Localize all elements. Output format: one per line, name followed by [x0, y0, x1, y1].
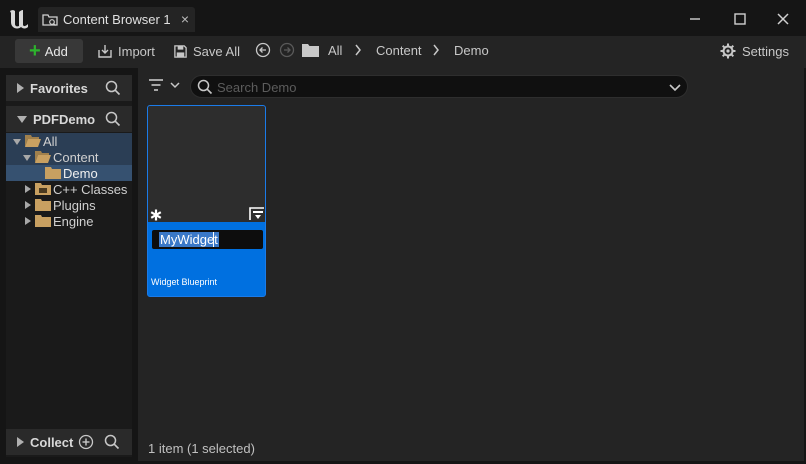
expand-right-icon [25, 217, 31, 225]
save-all-label: Save All [193, 43, 240, 59]
breadcrumb-content[interactable]: Content [376, 43, 422, 58]
tab-label: Content Browser 1 [63, 12, 171, 27]
save-icon [174, 44, 187, 58]
asset-type-label: Widget Blueprint [151, 277, 218, 287]
search-input[interactable] [217, 79, 657, 95]
tree-item-content[interactable]: Content [6, 149, 132, 165]
expand-right-icon [17, 83, 24, 93]
search-icon[interactable] [104, 434, 120, 450]
title-bar: Content Browser 1 × [0, 0, 806, 38]
asset-name-field[interactable]: MyWidget [152, 230, 263, 249]
save-all-button[interactable]: Save All [173, 40, 240, 62]
filter-button[interactable] [148, 78, 180, 92]
favorites-label: Favorites [30, 80, 88, 96]
chevron-down-icon [170, 81, 180, 88]
widget-blueprint-icon [249, 207, 264, 220]
tree-label-cpp-classes: C++ Classes [53, 181, 128, 197]
collections-header[interactable]: Collect [6, 429, 132, 455]
import-label: Import [118, 43, 155, 59]
chevron-down-icon[interactable] [669, 84, 681, 92]
settings-button[interactable]: Settings [720, 40, 789, 62]
search-bar [190, 75, 688, 98]
tree-label-content: Content [53, 149, 99, 165]
tree-item-all[interactable]: All [6, 133, 132, 149]
import-icon [98, 45, 112, 58]
expand-right-icon [25, 185, 31, 193]
tab-close-icon[interactable]: × [181, 11, 189, 27]
search-icon[interactable] [105, 111, 121, 127]
tree-item-cpp-classes[interactable]: C++ Classes [6, 181, 132, 197]
expand-down-icon [13, 139, 21, 145]
add-collection-icon[interactable] [78, 434, 94, 450]
tab-content-browser[interactable]: Content Browser 1 × [38, 7, 195, 32]
content-browser-icon [42, 13, 58, 26]
folder-icon [45, 167, 61, 179]
gear-icon [720, 43, 736, 59]
chevron-right-icon [355, 44, 361, 56]
breadcrumb-all[interactable]: All [328, 43, 342, 58]
settings-label: Settings [742, 43, 789, 59]
asset-name-text: MyWidget [159, 232, 219, 247]
asset-view: MyWidget Widget Blueprint 1 item (1 sele… [138, 68, 804, 461]
chevron-right-icon [433, 44, 439, 56]
add-button-label: Add [44, 43, 68, 59]
minimize-icon[interactable] [686, 10, 704, 28]
tree-label-plugins: Plugins [53, 197, 96, 213]
close-window-icon[interactable] [774, 10, 792, 28]
folder-open-icon [25, 135, 41, 147]
forward-icon[interactable] [279, 42, 295, 58]
unsaved-asterisk-icon [150, 209, 162, 221]
tree-label-demo: Demo [63, 165, 98, 181]
expand-down-icon [17, 115, 27, 123]
collect-label: Collect [30, 434, 74, 450]
tree-label-all: All [43, 133, 58, 149]
import-button[interactable]: Import [97, 40, 155, 62]
expand-right-icon [25, 201, 31, 209]
tree-item-engine[interactable]: Engine [6, 213, 132, 229]
plus-icon: + [29, 40, 41, 62]
sources-panel: Favorites PDFDemo All Content Demo C++ C… [6, 75, 132, 457]
add-button[interactable]: + Add [15, 39, 83, 63]
text-caret [213, 232, 214, 247]
folder-icon [35, 215, 51, 227]
folder-icon[interactable] [302, 43, 319, 57]
unreal-logo-icon[interactable] [7, 7, 31, 31]
cpp-folder-icon [35, 183, 51, 195]
folder-icon [35, 199, 51, 211]
project-label: PDFDemo [33, 111, 96, 127]
back-icon[interactable] [255, 42, 271, 58]
asset-tile[interactable]: MyWidget Widget Blueprint [147, 105, 266, 297]
breadcrumb-demo[interactable]: Demo [454, 43, 489, 58]
search-icon [197, 79, 213, 95]
tree-label-engine: Engine [53, 213, 94, 229]
maximize-icon[interactable] [731, 10, 749, 28]
project-header[interactable]: PDFDemo [6, 106, 132, 132]
favorites-header[interactable]: Favorites [6, 75, 132, 101]
toolbar: + Add Import Save All All Content Demo S… [0, 36, 806, 68]
tree-item-plugins[interactable]: Plugins [6, 197, 132, 213]
filter-icon [149, 79, 163, 91]
folder-tree: All Content Demo C++ Classes Plugins Eng… [6, 133, 132, 229]
asset-thumbnail [148, 106, 265, 222]
folder-open-icon [35, 151, 51, 163]
expand-down-icon [23, 155, 31, 161]
tree-item-demo[interactable]: Demo [6, 165, 132, 181]
status-text: 1 item (1 selected) [148, 441, 255, 456]
expand-right-icon [17, 437, 24, 447]
search-icon[interactable] [105, 80, 121, 96]
